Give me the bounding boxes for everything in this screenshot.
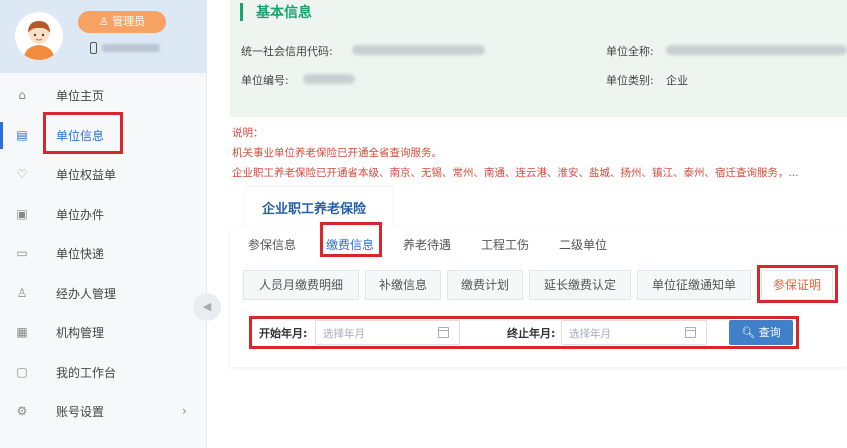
sidebar-item-label: 我的工作台 (56, 365, 117, 380)
user-role-icon: ♙ (98, 15, 109, 28)
sidebar-menu: ⌂ 单位主页 ▤ 单位信息 ♡ 单位权益单 ▣ 单位办件 ▭ 单位快递 ♙ 经办… (0, 76, 207, 432)
document-icon: ▤ (16, 127, 28, 142)
workbench-icon: ▢ (16, 364, 28, 379)
credit-code-redacted (352, 45, 485, 55)
notes-line-1: 机关事业单位养老保险已开通全省查询服务。 (232, 147, 442, 159)
user-profile: ♙ 管理员 (0, 0, 207, 73)
calendar-icon (685, 327, 696, 338)
truck-icon: ▭ (16, 246, 28, 260)
start-month-picker[interactable]: 选择年月 (315, 320, 460, 345)
collection-notice-button[interactable]: 单位征缴通知单 (637, 270, 751, 300)
sidebar-item-express[interactable]: ▭ 单位快递 (0, 234, 207, 274)
tab-payment-info[interactable]: 缴费信息 (326, 236, 374, 253)
tab-secondary-unit[interactable]: 二级单位 (559, 236, 607, 253)
sidebar-item-rights[interactable]: ♡ 单位权益单 (0, 155, 207, 195)
chevron-left-icon: ◀ (202, 300, 212, 313)
back-payment-button[interactable]: 补缴信息 (365, 270, 441, 300)
monthly-payment-detail-button[interactable]: 人员月缴费明细 (243, 270, 359, 300)
sidebar-item-settings[interactable]: ⚙ 账号设置 › (0, 392, 207, 432)
start-month-placeholder: 选择年月 (323, 328, 365, 340)
sidebar-collapse-button[interactable]: ◀ (193, 293, 221, 321)
insurance-certificate-button[interactable]: 参保证明 (761, 270, 833, 300)
extended-payment-button[interactable]: 延长缴费认定 (529, 270, 631, 300)
search-icon: 🔍︎ (741, 326, 756, 339)
end-month-placeholder: 选择年月 (569, 328, 611, 340)
unit-fullname-redacted (666, 45, 847, 55)
unit-number-redacted (303, 74, 355, 84)
sidebar-item-label: 账号设置 (56, 405, 105, 419)
home-icon: ⌂ (18, 88, 26, 102)
unit-fullname-label: 单位全称: (606, 45, 654, 58)
sidebar-item-label: 单位权益单 (56, 168, 117, 182)
sidebar-item-workbench[interactable]: ▢ 我的工作台 (0, 353, 207, 393)
tab-pension-benefits[interactable]: 养老待遇 (403, 236, 451, 253)
sidebar-item-home[interactable]: ⌂ 单位主页 (0, 76, 207, 116)
gear-icon: ⚙ (16, 404, 28, 418)
tab-work-injury[interactable]: 工程工伤 (481, 236, 529, 253)
unit-number-label: 单位编号: (241, 74, 289, 87)
phone-number-redacted (102, 44, 160, 52)
active-indicator (0, 121, 3, 149)
chevron-right-icon: › (182, 404, 187, 418)
end-month-label: 终止年月: (507, 327, 556, 340)
file-icon: ▣ (16, 206, 28, 221)
sidebar-item-label: 单位主页 (56, 89, 105, 103)
calendar-icon (438, 327, 449, 338)
sidebar-item-label: 单位办件 (56, 207, 105, 222)
phone-icon (90, 42, 97, 54)
notes-line-2: 企业职工养老保险已开通省本级、南京、无锡、常州、南通、连云港、淮安、盐城、扬州、… (232, 167, 799, 179)
phone-row (90, 41, 162, 55)
sidebar: ♙ 管理员 ⌂ 单位主页 ▤ 单位信息 ♡ 单位权益单 ▣ 单位办件 ▭ 单位快… (0, 0, 207, 448)
query-button[interactable]: 🔍︎ 查询 (729, 320, 793, 345)
role-badge: ♙ 管理员 (78, 11, 166, 33)
sidebar-item-label: 经办人管理 (56, 286, 117, 301)
unit-type-value: 企业 (666, 74, 688, 87)
sidebar-item-org[interactable]: ▦ 机构管理 (0, 313, 207, 353)
payment-plan-button[interactable]: 缴费计划 (447, 270, 523, 300)
credit-code-label: 统一社会信用代码: (241, 45, 333, 58)
building-icon: ▦ (16, 325, 28, 339)
tab-insured-info[interactable]: 参保信息 (248, 236, 296, 253)
panel-title: 企业职工养老保险 (262, 202, 367, 217)
page-root: ♙ 管理员 ⌂ 单位主页 ▤ 单位信息 ♡ 单位权益单 ▣ 单位办件 ▭ 单位快… (0, 0, 847, 448)
date-search-row: 开始年月: 选择年月 终止年月: 选择年月 🔍︎ 查询 (253, 320, 795, 345)
section-title-marker (240, 3, 243, 21)
end-month-picker[interactable]: 选择年月 (561, 320, 707, 345)
start-month-label: 开始年月: (259, 327, 308, 340)
sidebar-item-unit-info[interactable]: ▤ 单位信息 (0, 116, 207, 156)
notes-heading: 说明： (232, 127, 264, 139)
avatar[interactable] (15, 12, 63, 60)
sidebar-item-label: 单位信息 (56, 128, 105, 143)
sidebar-item-agents[interactable]: ♙ 经办人管理 (0, 274, 207, 314)
shield-icon: ♡ (16, 167, 28, 181)
tab-enterprise-pension[interactable]: 企业职工养老保险 (246, 187, 392, 227)
section-title: 基本信息 (256, 5, 312, 21)
sidebar-item-label: 单位快递 (56, 247, 105, 261)
person-icon: ♙ (16, 285, 28, 300)
avatar-illustration (15, 12, 63, 60)
notes-block: 说明： 机关事业单位养老保险已开通全省查询服务。 企业职工养老保险已开通省本级、… (232, 123, 847, 183)
sidebar-item-cases[interactable]: ▣ 单位办件 (0, 195, 207, 235)
role-badge-label: 管理员 (112, 15, 146, 28)
sidebar-item-label: 机构管理 (56, 326, 105, 340)
query-button-label: 查询 (758, 326, 781, 339)
unit-type-label: 单位类别: (606, 74, 654, 87)
